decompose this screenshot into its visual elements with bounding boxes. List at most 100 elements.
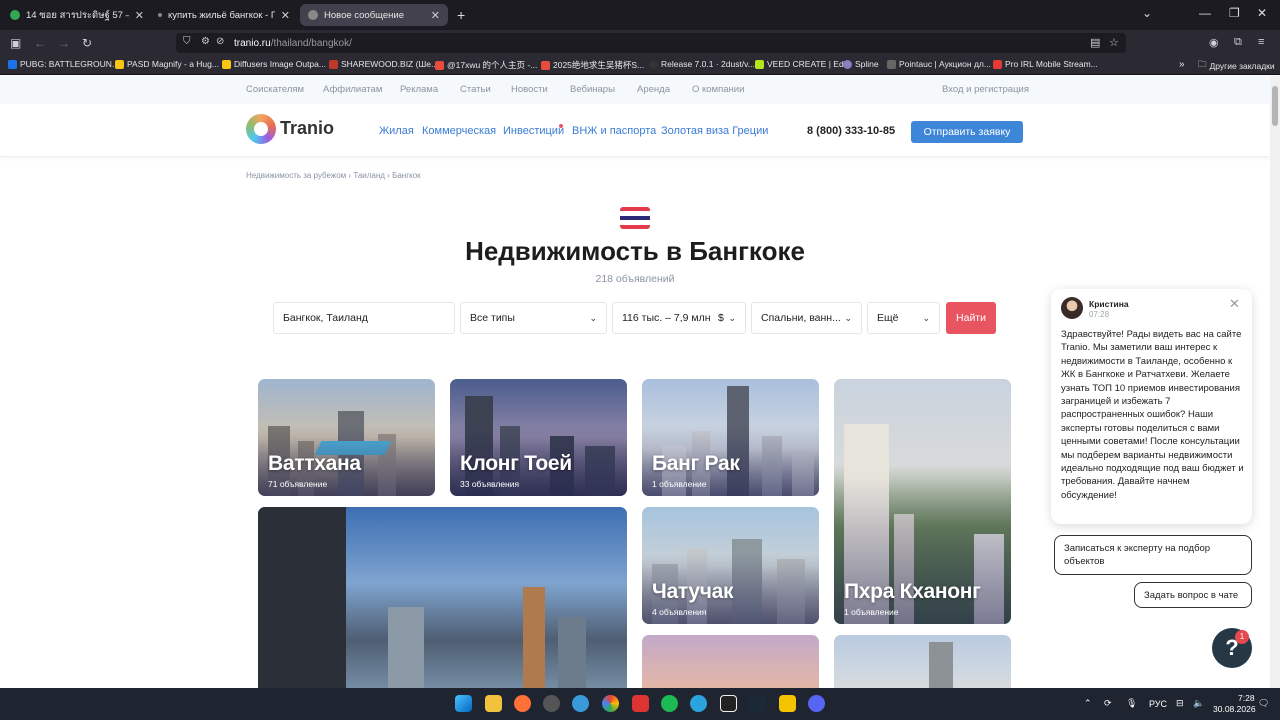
area-card-phra-khanong[interactable]: Пхра Кханонг 1 объявление [834, 379, 1011, 624]
file-explorer-icon[interactable] [485, 695, 502, 712]
volume-icon[interactable]: 🔈 [1193, 698, 1204, 709]
rooms-select[interactable]: Спальни, ванн... ⌄ [751, 302, 862, 334]
back-icon[interactable]: ← [34, 36, 46, 50]
close-tab-icon[interactable]: ✕ [431, 9, 440, 22]
menu-icon[interactable]: ≡ [1258, 36, 1264, 48]
close-tab-icon[interactable]: ✕ [135, 9, 144, 22]
browser-tab-2[interactable]: купить жильё бангкок - Поиск ✕ [150, 4, 298, 26]
tray-chevron-icon[interactable]: ⌃ [1084, 698, 1092, 709]
reader-mode-icon[interactable]: ▤ [1090, 36, 1100, 49]
clock-time[interactable]: 7:28 [1238, 693, 1255, 703]
chevron-down-icon: ⌄ [922, 313, 930, 323]
bookmark-item[interactable]: PASD Magnify - a Hug... [115, 59, 219, 69]
chrome-icon[interactable] [602, 695, 619, 712]
maximize-icon[interactable]: ❐ [1229, 6, 1240, 20]
more-filters-select[interactable]: Ещё ⌄ [867, 302, 940, 334]
sync-icon[interactable]: ⟳ [1104, 698, 1112, 709]
expert-consult-button[interactable]: Записаться к эксперту на подбор объектов [1054, 535, 1252, 575]
firefox-icon[interactable] [514, 695, 531, 712]
login-link[interactable]: Вход и регистрация [942, 84, 1029, 95]
top-link[interactable]: Реклама [400, 84, 438, 95]
bookmark-item[interactable]: Pointauc | Аукцион дл... [887, 59, 991, 69]
spotify-icon[interactable] [661, 695, 678, 712]
logo-text[interactable]: Tranio [280, 118, 334, 139]
breadcrumb[interactable]: Недвижимость за рубежом › Таиланд › Банг… [246, 171, 421, 180]
ask-question-button[interactable]: Задать вопрос в чате [1134, 582, 1252, 608]
menu-golden-visa[interactable]: Золотая виза Греции [661, 125, 768, 137]
area-card-watthana[interactable]: Ваттхана 71 объявление [258, 379, 435, 496]
bookmark-item[interactable]: 2025绝地求生吴猪杯S... [541, 59, 644, 71]
menu-investments[interactable]: Инвестиции [503, 125, 564, 137]
app-icon[interactable] [543, 695, 560, 712]
other-bookmarks[interactable]: 🗀 Другие закладки [1198, 59, 1275, 73]
telegram-icon[interactable] [690, 695, 707, 712]
bookmark-item[interactable]: PUBG: BATTLEGROUN... [8, 59, 119, 69]
language-indicator[interactable]: РУС [1149, 699, 1167, 709]
bookmark-item[interactable]: @17xwu 的个人主页 -... [435, 59, 537, 71]
notifications-icon[interactable]: 🗨 [1258, 698, 1269, 709]
close-tab-icon[interactable]: ✕ [281, 9, 290, 22]
top-link[interactable]: О компании [692, 84, 744, 95]
tranio-logo-icon[interactable] [246, 114, 276, 144]
top-link[interactable]: Аренда [637, 84, 670, 95]
lock-icon[interactable]: ⊘ [216, 36, 224, 47]
app-icon[interactable] [779, 695, 796, 712]
send-request-button[interactable]: Отправить заявку [911, 121, 1023, 143]
bookmark-star-icon[interactable]: ☆ [1109, 36, 1119, 49]
new-tab-button[interactable]: + [457, 7, 465, 23]
price-select[interactable]: 116 тыс. – 7,9 млн $ ⌄ [612, 302, 746, 334]
notification-badge: 1 [1235, 630, 1249, 644]
close-icon[interactable]: ✕ [1229, 296, 1240, 312]
window-close-icon[interactable]: ✕ [1257, 6, 1267, 20]
minimize-icon[interactable]: — [1199, 6, 1211, 20]
bookmark-item[interactable]: VEED CREATE | Edit [755, 59, 848, 69]
bookmark-item[interactable]: SHAREWOOD.BIZ (Ше... [329, 59, 438, 69]
bookmark-item[interactable]: Pro IRL Mobile Stream... [993, 59, 1098, 69]
browser-tab-3-active[interactable]: Новое сообщение ✕ [300, 4, 448, 26]
browser-tab-1[interactable]: 14 ซอย สารประดิษฐ์ 57 – Googl ✕ [2, 4, 152, 26]
top-link[interactable]: Аффилиатам [323, 84, 382, 95]
area-card-khlong-toei[interactable]: Клонг Тоей 33 объявления [450, 379, 627, 496]
app-icon[interactable] [632, 695, 649, 712]
clock-date[interactable]: 30.08.2026 [1213, 704, 1256, 714]
extensions-icon[interactable]: ⧉ [1234, 36, 1242, 49]
reload-icon[interactable]: ↻ [82, 36, 92, 50]
type-select[interactable]: Все типы ⌄ [460, 302, 607, 334]
area-name: Ваттхана [268, 452, 361, 475]
discord-icon[interactable] [808, 695, 825, 712]
search-button[interactable]: Найти [946, 302, 996, 334]
more-bookmarks-icon[interactable]: » [1179, 59, 1185, 70]
top-link[interactable]: Вебинары [570, 84, 615, 95]
area-card-bang-rak[interactable]: Банг Рак 1 объявление [642, 379, 819, 496]
permissions-icon[interactable]: ⚙ [201, 36, 210, 47]
bookmark-item[interactable]: Diffusers Image Outpa... [222, 59, 326, 69]
featured-photo-card[interactable] [258, 507, 627, 697]
shield-icon[interactable]: ⛉ [183, 36, 191, 47]
currency-value[interactable]: $ [718, 303, 724, 333]
top-link[interactable]: Статьи [460, 84, 491, 95]
ccleaner-icon[interactable] [572, 695, 589, 712]
bookmark-item[interactable]: Spline [843, 59, 879, 69]
area-card-chatuchak[interactable]: Чатучак 4 объявления [642, 507, 819, 624]
scrollbar-thumb[interactable] [1272, 86, 1278, 126]
bookmark-item[interactable]: Release 7.0.1 · 2dust/v... [649, 59, 755, 69]
forward-icon[interactable]: → [58, 36, 70, 50]
network-icon[interactable]: ⊟ [1176, 698, 1184, 709]
start-windows-icon[interactable] [455, 695, 472, 712]
mic-icon[interactable]: 🎙 [1126, 698, 1137, 709]
steam-icon[interactable] [749, 695, 766, 712]
top-link[interactable]: Соискателям [246, 84, 304, 95]
tab-list-chevron-icon[interactable]: ⌄ [1142, 6, 1152, 20]
menu-commercial[interactable]: Коммерческая [422, 125, 496, 137]
url-text[interactable]: tranio.ru/thailand/bangkok/ [234, 38, 352, 49]
sidebar-toggle-icon[interactable]: ▣ [10, 36, 21, 50]
account-icon[interactable]: ◉ [1209, 36, 1219, 49]
location-input[interactable]: Бангкок, Таиланд [273, 302, 455, 334]
phone-number[interactable]: 8 (800) 333-10-85 [807, 125, 895, 137]
menu-residential[interactable]: Жилая [379, 125, 414, 137]
menu-residency[interactable]: ВНЖ и паспорта [572, 125, 656, 137]
top-link[interactable]: Новости [511, 84, 548, 95]
scrollbar[interactable] [1270, 76, 1280, 688]
app-icon[interactable] [720, 695, 737, 712]
page-title: Недвижимость в Бангкоке [465, 236, 805, 266]
